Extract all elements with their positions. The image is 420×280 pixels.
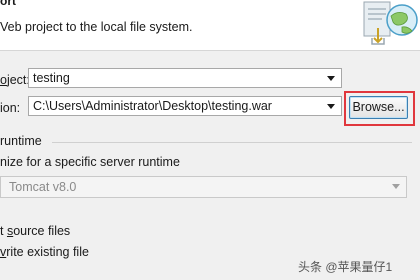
chevron-down-icon [327,104,335,109]
destination-label: ion: [0,101,21,115]
optimize-runtime-checkbox-label[interactable]: nize for a specific server runtime [0,155,180,169]
chevron-down-icon [327,76,335,81]
browse-button[interactable]: Browse... [349,96,408,119]
chevron-down-icon [392,184,400,189]
wizard-header: ort Veb project to the local file system… [0,0,420,51]
project-combo[interactable]: testing [28,68,342,88]
overwrite-existing-file-checkbox-label[interactable]: vrite existing file [0,245,89,259]
wizard-title: ort [0,0,16,8]
runtime-group-divider [52,142,412,143]
server-runtime-combo[interactable]: Tomcat v8.0 [0,176,407,198]
project-combo-value: testing [33,71,70,85]
browse-button-label: Browse... [352,100,405,114]
export-source-files-checkbox-label[interactable]: t source files [0,224,70,238]
export-wizard-icon [363,1,418,45]
runtime-group-label: runtime [0,134,42,148]
watermark-text: 头条 @苹果量仔1 [298,260,393,274]
project-label: oject: [0,73,30,87]
destination-combo-value: C:\Users\Administrator\Desktop\testing.w… [33,99,272,113]
server-runtime-value: Tomcat v8.0 [9,180,77,194]
destination-combo[interactable]: C:\Users\Administrator\Desktop\testing.w… [28,96,342,116]
wizard-description: Veb project to the local file system. [0,20,193,34]
